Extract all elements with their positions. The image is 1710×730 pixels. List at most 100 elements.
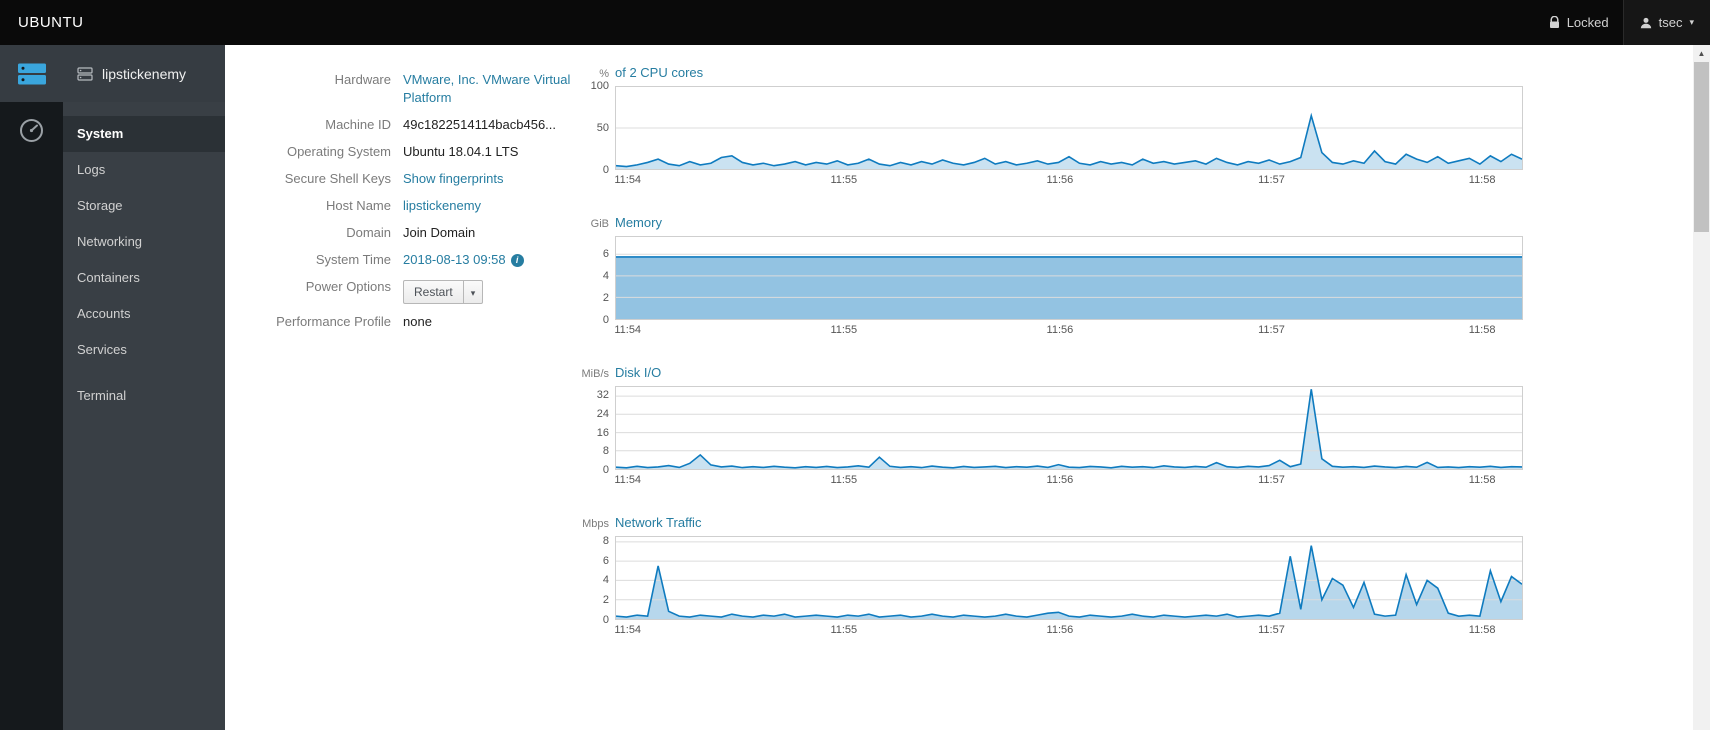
locked-indicator[interactable]: Locked (1535, 0, 1623, 45)
y-tick-label: 8 (602, 445, 609, 458)
lock-icon (1549, 16, 1559, 28)
plot-area (615, 386, 1523, 470)
memory-chart-title[interactable]: Memory (615, 215, 662, 230)
info-label: Machine ID (325, 117, 391, 132)
memory-chart: GiB Memory 0246 11:54 11:55 11:56 11:57 11:5… (577, 215, 1523, 339)
show-fingerprints-link[interactable]: Show fingerprints (403, 171, 503, 186)
x-tick-label: 11:54 (614, 324, 642, 336)
x-axis: 11:54 11:55 11:56 11:57 11:58 (614, 623, 1523, 639)
disk-io-chart: MiB/s Disk I/O 0 8 16 24 32 11:54 11:55 11:56 1… (577, 365, 1523, 489)
charts-panel: % of 2 CPU cores 0 50 100 11:54 11:55 11:56 1… (577, 45, 1523, 730)
system-info-panel: Hardware VMware, Inc. VMware Virtual Pla… (225, 45, 577, 730)
cpu-usage-chart: % of 2 CPU cores 0 50 100 11:54 11:55 11:56 1… (577, 65, 1523, 189)
scrollbar[interactable]: ▲ (1693, 45, 1710, 730)
join-domain-link[interactable]: Join Domain (403, 225, 475, 240)
chart-unit-label: Mbps (582, 518, 609, 530)
x-tick-label: 11:54 (614, 624, 642, 636)
y-tick-label: 0 (602, 614, 609, 626)
y-axis: 0 50 100 (577, 80, 615, 176)
host-app-button[interactable] (0, 45, 63, 102)
info-label: Performance Profile (276, 314, 391, 329)
sidebar: lipstickenemy System Logs Storage Networ… (63, 45, 225, 730)
sidebar-item-accounts[interactable]: Accounts (63, 296, 225, 332)
x-tick-label: 11:55 (830, 174, 858, 186)
hardware-link[interactable]: VMware, Inc. VMware Virtual Platform (403, 72, 570, 105)
info-row-domain: Domain Join Domain (225, 224, 577, 242)
y-tick-label: 32 (596, 389, 609, 402)
y-axis: 0 2 4 6 (577, 236, 615, 326)
x-tick-label: 11:58 (1468, 624, 1496, 636)
chart-header: Mbps Network Traffic (577, 515, 1523, 530)
y-tick-label: 8 (602, 534, 609, 547)
performance-profile-value: none (403, 314, 432, 329)
plot-area (615, 236, 1523, 320)
operating-system-value: Ubuntu 18.04.1 LTS (403, 144, 519, 159)
info-row-power-options: Power Options Restart ▾ (225, 278, 577, 304)
y-tick-label: 6 (602, 554, 609, 567)
disk-io-chart-title[interactable]: Disk I/O (615, 365, 661, 380)
host-header[interactable]: lipstickenemy (63, 45, 225, 102)
chart-header: GiB Memory (577, 215, 1523, 230)
scrollbar-thumb[interactable] (1694, 62, 1709, 232)
y-tick-label: 4 (602, 574, 609, 587)
info-row-ssh-keys: Secure Shell Keys Show fingerprints (225, 170, 577, 188)
machine-id-value: 49c1822514114bacb456... (403, 117, 557, 132)
x-tick-label: 11:57 (1258, 324, 1285, 336)
restart-button[interactable]: Restart (403, 280, 464, 304)
sidebar-item-services[interactable]: Services (63, 332, 225, 368)
info-label: Hardware (334, 72, 391, 87)
system-time-link[interactable]: 2018-08-13 09:58 (403, 252, 506, 267)
chart-body: 0 2 4 6 (577, 236, 1523, 326)
chart-body: 0 8 16 24 32 (577, 386, 1523, 476)
x-tick-label: 11:56 (1046, 474, 1074, 486)
y-tick-label: 4 (602, 269, 609, 282)
sidebar-nav: System Logs Storage Networking Container… (63, 102, 225, 414)
info-row-host-name: Host Name lipstickenemy (225, 197, 577, 215)
sidebar-item-storage[interactable]: Storage (63, 188, 225, 224)
info-label: Host Name (325, 198, 391, 213)
user-menu[interactable]: tsec ▾ (1622, 0, 1710, 45)
info-row-hardware: Hardware VMware, Inc. VMware Virtual Pla… (225, 71, 577, 107)
sidebar-item-networking[interactable]: Networking (63, 224, 225, 260)
x-tick-label: 11:56 (1046, 324, 1074, 336)
network-chart-title[interactable]: Network Traffic (615, 515, 701, 530)
sidebar-item-terminal[interactable]: Terminal (63, 378, 225, 414)
info-label: System Time (315, 252, 391, 267)
dashboard-app-button[interactable] (0, 102, 63, 159)
power-options-dropdown[interactable]: ▾ (463, 280, 484, 304)
y-tick-label: 0 (602, 164, 609, 176)
cpu-chart-title[interactable]: of 2 CPU cores (615, 65, 703, 80)
memory-plot-svg (616, 237, 1522, 319)
sidebar-item-system[interactable]: System (63, 116, 225, 152)
cockpit-app: UBUNTU Locked tsec ▾ lipstickenemy Syste… (0, 0, 1710, 730)
y-tick-label: 0 (602, 464, 609, 476)
x-tick-label: 11:54 (614, 474, 642, 486)
sidebar-item-containers[interactable]: Containers (63, 260, 225, 296)
x-tick-label: 11:54 (614, 174, 642, 186)
network-traffic-chart: Mbps Network Traffic 0 2 4 6 8 11:54 11:55 11:… (577, 515, 1523, 639)
scroll-up-icon[interactable]: ▲ (1693, 45, 1710, 62)
info-label: Domain (346, 225, 391, 240)
info-row-performance-profile: Performance Profile none (225, 313, 577, 331)
x-tick-label: 11:56 (1046, 624, 1074, 636)
info-label: Operating System (286, 144, 391, 159)
x-tick-label: 11:58 (1468, 174, 1496, 186)
info-icon[interactable]: i (510, 254, 524, 267)
main-content: Hardware VMware, Inc. VMware Virtual Pla… (225, 45, 1693, 730)
locked-label: Locked (1566, 15, 1609, 30)
x-tick-label: 11:57 (1258, 174, 1285, 186)
info-row-operating-system: Operating System Ubuntu 18.04.1 LTS (225, 143, 577, 161)
y-tick-label: 2 (602, 594, 609, 607)
user-label: tsec (1658, 15, 1683, 30)
plot-area (615, 86, 1523, 170)
chart-header: % of 2 CPU cores (577, 65, 1523, 80)
x-axis: 11:54 11:55 11:56 11:57 11:58 (614, 473, 1523, 489)
y-axis: 0 2 4 6 8 (577, 534, 615, 626)
y-tick-label: 2 (602, 291, 609, 304)
sidebar-item-logs[interactable]: Logs (63, 152, 225, 188)
info-row-machine-id: Machine ID 49c1822514114bacb456... (225, 116, 577, 134)
host-name-link[interactable]: lipstickenemy (403, 198, 481, 213)
x-tick-label: 11:58 (1468, 474, 1496, 486)
gauge-icon (20, 119, 43, 142)
chart-unit-label: GiB (590, 218, 609, 230)
